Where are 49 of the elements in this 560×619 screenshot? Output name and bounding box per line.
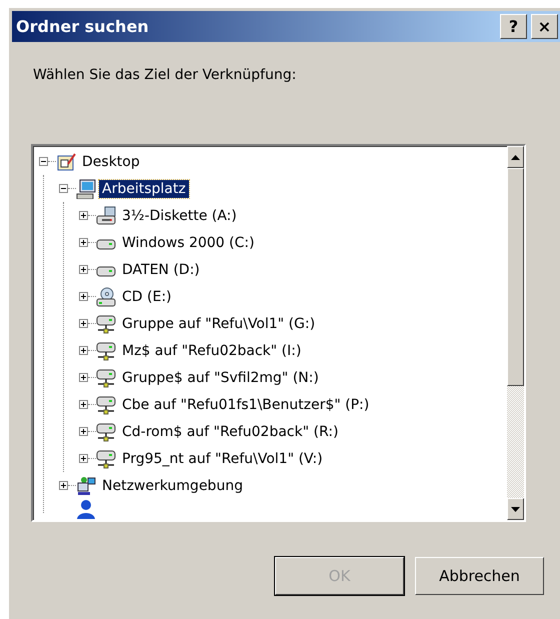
expand-icon[interactable] — [79, 427, 88, 436]
up-arrow-icon — [511, 154, 520, 160]
expand-icon[interactable] — [79, 400, 88, 409]
tree-item[interactable]: Gruppe auf "Refu\Vol1" (G:) — [119, 314, 318, 332]
tree-item[interactable]: 3½-Diskette (A:) — [119, 206, 240, 224]
close-button[interactable]: × — [531, 14, 558, 39]
scroll-up-button[interactable] — [507, 146, 524, 168]
collapse-icon[interactable] — [59, 184, 68, 193]
scrollbar[interactable] — [507, 146, 524, 520]
expand-icon[interactable] — [79, 292, 88, 301]
cancel-button[interactable]: Abbrechen — [415, 557, 544, 595]
tree-item[interactable]: Mz$ auf "Refu02back" (I:) — [119, 342, 304, 360]
expand-icon[interactable] — [79, 373, 88, 382]
expand-icon[interactable] — [59, 481, 68, 490]
scroll-down-button[interactable] — [507, 498, 524, 520]
expand-icon[interactable] — [79, 211, 88, 220]
network-icon — [76, 476, 96, 496]
tree-item[interactable]: DATEN (D:) — [119, 260, 203, 278]
tree-item[interactable]: Gruppe$ auf "Svfil2mg" (N:) — [119, 368, 322, 386]
expand-icon[interactable] — [79, 265, 88, 274]
expand-icon[interactable] — [79, 454, 88, 463]
prompt-text: Wählen Sie das Ziel der Verknüpfung: — [32, 66, 298, 85]
network-drive-icon — [96, 394, 116, 414]
tree-item[interactable]: Cd-rom$ auf "Refu02back" (R:) — [119, 422, 342, 440]
computer-icon — [76, 178, 96, 198]
user-icon — [76, 499, 96, 519]
tree-item[interactable]: Arbeitsplatz — [99, 180, 189, 198]
help-button[interactable]: ? — [500, 14, 527, 39]
desktop-icon — [56, 152, 76, 172]
tree-item[interactable]: Prg95_nt auf "Refu\Vol1" (V:) — [119, 450, 326, 468]
network-drive-icon — [96, 368, 116, 388]
network-drive-icon — [96, 422, 116, 442]
collapse-icon[interactable] — [39, 157, 48, 166]
down-arrow-icon — [511, 506, 520, 512]
network-drive-icon — [96, 448, 116, 468]
expand-icon[interactable] — [79, 346, 88, 355]
expand-icon[interactable] — [79, 319, 88, 328]
floppy-drive-icon — [96, 206, 116, 226]
tree-item[interactable]: Desktop — [79, 152, 143, 170]
expand-icon[interactable] — [79, 238, 88, 247]
tree-item[interactable]: Cbe auf "Refu01fs1\Benutzer$" (P:) — [119, 396, 372, 414]
network-drive-icon — [96, 314, 116, 334]
tree-item[interactable]: Windows 2000 (C:) — [119, 234, 258, 252]
window-title: Ordner suchen — [16, 17, 150, 36]
tree-item[interactable]: Netzwerkumgebung — [99, 476, 246, 494]
network-drive-icon — [96, 340, 116, 360]
cd-drive-icon — [96, 286, 116, 306]
scroll-thumb[interactable] — [507, 168, 524, 386]
tree-item[interactable]: CD (E:) — [119, 288, 174, 306]
